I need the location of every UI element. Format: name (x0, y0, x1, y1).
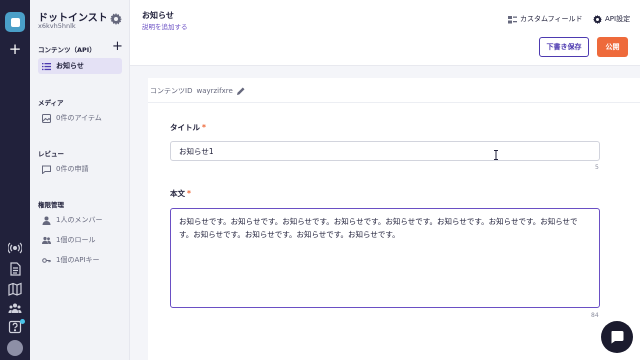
body-label-text: 本文 (170, 189, 185, 198)
user-icon (42, 216, 51, 225)
api-settings-label: API設定 (605, 15, 631, 23)
team-icon[interactable] (8, 301, 22, 315)
group-icon (42, 236, 51, 245)
avatar[interactable] (7, 340, 23, 356)
body-char-count: 84 (591, 312, 599, 319)
required-mark: * (187, 189, 191, 198)
permission-section-header: 権限管理 (38, 201, 64, 209)
add-service-icon[interactable]: + (0, 40, 30, 58)
sidebar-item-label: 0件の申請 (56, 165, 89, 173)
image-icon (42, 113, 51, 123)
title-label-text: タイトル (170, 123, 200, 132)
gear-icon[interactable] (110, 10, 122, 25)
api-settings-link[interactable]: API設定 (593, 14, 630, 24)
custom-field-icon (508, 15, 517, 23)
custom-field-label: カスタムフィールド (520, 15, 583, 23)
app-logo-icon[interactable] (5, 12, 25, 32)
sidebar-item-media[interactable]: 0件のアイテム (38, 110, 122, 126)
add-description-link[interactable]: 説明を追加する (142, 21, 188, 31)
sidebar-item-label: 0件のアイテム (56, 114, 102, 122)
required-mark: * (202, 123, 206, 132)
sidebar-item-review[interactable]: 0件の申請 (38, 161, 122, 177)
media-section-header: メディア (38, 99, 64, 107)
content-id-value: wayrzifxre (196, 87, 233, 95)
gear-icon (593, 14, 602, 24)
publish-button[interactable]: 公開 (597, 37, 628, 57)
broadcast-icon[interactable] (8, 241, 22, 255)
list-icon (42, 62, 51, 71)
save-draft-button[interactable]: 下書き保存 (539, 37, 589, 57)
title-input[interactable] (170, 141, 600, 161)
sidebar: ドットインスト… x6kvh5hnlk コンテンツ（API） + お知らせ メデ… (30, 0, 130, 360)
contents-section-header: コンテンツ（API） (38, 46, 96, 54)
add-api-icon[interactable]: + (112, 40, 123, 53)
sidebar-item-api-keys[interactable]: 1個のAPIキー (38, 252, 122, 268)
map-icon[interactable] (8, 282, 22, 296)
divider (148, 102, 640, 103)
page-header: お知らせ 説明を追加する カスタムフィールド API設定 下書き保存 公開 (130, 0, 640, 66)
title-field-label: タイトル * (170, 122, 206, 133)
content-id-label: コンテンツID (150, 87, 193, 95)
notification-dot (20, 319, 25, 324)
service-id: x6kvh5hnlk (38, 22, 76, 30)
sidebar-item-roles[interactable]: 1個のロール (38, 232, 122, 248)
key-icon (42, 256, 51, 265)
body-field-label: 本文 * (170, 188, 191, 199)
pencil-icon[interactable] (236, 87, 245, 95)
sidebar-item-label: 1個のAPIキー (56, 256, 100, 264)
sidebar-item-label: 1人のメンバー (56, 216, 103, 224)
content-editor: コンテンツID wayrzifxre タイトル* 5 本文* お知らせです。お知… (148, 78, 640, 360)
title-char-count: 5 (595, 164, 599, 171)
custom-field-link[interactable]: カスタムフィールド (508, 14, 582, 24)
review-section-header: レビュー (38, 150, 64, 158)
text-cursor-icon (494, 150, 498, 160)
body-textarea[interactable]: お知らせです。お知らせです。お知らせです。お知らせです。お知らせです。お知らせで… (170, 208, 600, 308)
comment-icon (42, 165, 51, 174)
sidebar-item-label: 1個のロール (56, 236, 96, 244)
document-icon[interactable] (8, 262, 22, 276)
content-id-row: コンテンツID wayrzifxre (150, 86, 245, 96)
sidebar-item-members[interactable]: 1人のメンバー (38, 212, 122, 228)
page-title: お知らせ (142, 11, 174, 20)
sidebar-item-label: お知らせ (56, 62, 84, 70)
chat-button[interactable] (601, 321, 633, 353)
sidebar-item-news[interactable]: お知らせ (38, 58, 122, 74)
app-rail: + (0, 0, 30, 360)
chat-icon (611, 331, 624, 344)
